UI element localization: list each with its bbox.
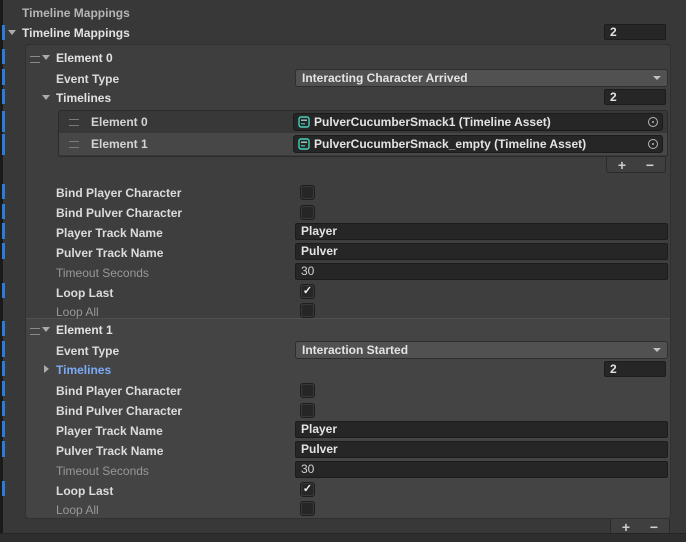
timeout-seconds-field[interactable]: 30 <box>295 461 668 478</box>
loop-last-label: Loop Last <box>56 285 113 301</box>
override-indicator <box>2 341 5 357</box>
override-indicator <box>2 184 5 199</box>
override-indicator <box>2 283 5 298</box>
pulver-track-label: Pulver Track Name <box>56 245 163 261</box>
foldout-closed-icon[interactable] <box>44 365 49 373</box>
drag-handle-icon[interactable] <box>30 328 40 335</box>
object-picker-icon[interactable] <box>648 139 658 149</box>
foldout-open-icon[interactable] <box>42 55 50 60</box>
player-track-label: Player Track Name <box>56 225 163 241</box>
loop-last-label: Loop Last <box>56 483 113 499</box>
override-indicator <box>2 223 5 239</box>
array-size-field[interactable]: 2 <box>604 24 666 40</box>
event-type-label: Event Type <box>56 71 119 87</box>
timelines-foldout-label[interactable]: Timelines <box>56 362 111 378</box>
unity-inspector-panel: Timeline Mappings Timeline Mappings 2 El… <box>0 0 686 542</box>
override-indicator <box>2 441 5 457</box>
timeline-item-label: Element 1 <box>91 137 148 151</box>
object-field[interactable]: PulverCucumberSmack_empty (Timeline Asse… <box>293 135 663 153</box>
override-indicator <box>2 111 5 132</box>
timelines-list-box: Element 0 PulverCucumberSmack1 (Timeline… <box>58 110 668 157</box>
add-button[interactable]: + <box>613 520 639 534</box>
override-indicator <box>2 69 5 85</box>
override-indicator <box>2 421 5 437</box>
loop-all-label: Loop All <box>56 304 99 320</box>
check-icon: ✓ <box>303 484 312 495</box>
timeout-seconds-field[interactable]: 30 <box>295 263 668 280</box>
player-track-label: Player Track Name <box>56 423 163 439</box>
dropdown-caret-icon <box>653 76 661 80</box>
loop-last-checkbox[interactable]: ✓ <box>301 483 314 496</box>
bind-player-checkbox[interactable] <box>301 384 314 397</box>
override-indicator <box>2 321 5 336</box>
drag-handle-icon[interactable] <box>30 56 40 63</box>
pulver-track-label: Pulver Track Name <box>56 443 163 459</box>
timeout-seconds-label: Timeout Seconds <box>56 265 149 281</box>
timelines-size-field[interactable]: 2 <box>604 89 666 105</box>
timelines-foldout-label[interactable]: Timelines <box>56 90 111 106</box>
dropdown-caret-icon <box>653 348 661 352</box>
object-field[interactable]: PulverCucumberSmack1 (Timeline Asset) <box>293 113 663 131</box>
list-item[interactable]: Element 0 PulverCucumberSmack1 (Timeline… <box>59 111 667 133</box>
player-track-field[interactable]: Player <box>295 421 668 438</box>
event-type-value: Interacting Character Arrived <box>302 70 468 86</box>
override-indicator <box>2 25 5 40</box>
timeline-asset-icon <box>298 116 310 128</box>
player-track-field[interactable]: Player <box>295 223 668 240</box>
list-item[interactable]: Element 1 PulverCucumberSmack_empty (Tim… <box>59 133 667 155</box>
bind-player-label: Bind Player Character <box>56 185 181 201</box>
override-indicator <box>2 361 5 376</box>
override-indicator <box>2 89 5 104</box>
override-indicator <box>2 381 5 396</box>
object-field-value: PulverCucumberSmack1 (Timeline Asset) <box>314 115 551 129</box>
add-button[interactable]: + <box>609 158 635 172</box>
foldout-open-icon[interactable] <box>8 30 16 35</box>
override-indicator <box>2 134 5 155</box>
override-indicator <box>2 49 5 64</box>
object-field-value: PulverCucumberSmack_empty (Timeline Asse… <box>314 137 586 151</box>
foldout-open-icon[interactable] <box>42 95 50 100</box>
timelines-list-footer: + − <box>606 157 666 173</box>
event-type-dropdown[interactable]: Interacting Character Arrived <box>295 69 668 87</box>
bind-pulver-checkbox[interactable] <box>301 206 314 219</box>
timelines-size-field[interactable]: 2 <box>604 361 666 377</box>
object-picker-icon[interactable] <box>648 117 658 127</box>
pulver-track-field[interactable]: Pulver <box>295 243 668 260</box>
inspector-bottom-edge <box>0 533 686 542</box>
element-0-header[interactable]: Element 0 <box>56 50 113 66</box>
bind-pulver-label: Bind Pulver Character <box>56 205 182 221</box>
event-type-dropdown[interactable]: Interaction Started <box>295 341 668 359</box>
timeline-asset-icon <box>298 138 310 150</box>
array-foldout-label[interactable]: Timeline Mappings <box>22 25 130 41</box>
loop-last-checkbox[interactable]: ✓ <box>301 285 314 298</box>
check-icon: ✓ <box>303 286 312 297</box>
bind-player-label: Bind Player Character <box>56 383 181 399</box>
override-indicator <box>2 243 5 259</box>
override-indicator <box>2 401 5 416</box>
event-type-value: Interaction Started <box>302 342 408 358</box>
timeout-seconds-label: Timeout Seconds <box>56 463 149 479</box>
bind-player-checkbox[interactable] <box>301 186 314 199</box>
foldout-open-icon[interactable] <box>42 327 50 332</box>
drag-handle-icon[interactable] <box>69 119 79 126</box>
remove-button[interactable]: − <box>641 520 667 534</box>
element-1-header[interactable]: Element 1 <box>56 322 113 338</box>
timeline-item-label: Element 0 <box>91 115 148 129</box>
loop-all-label: Loop All <box>56 502 99 518</box>
loop-all-checkbox[interactable] <box>301 304 314 317</box>
bind-pulver-checkbox[interactable] <box>301 404 314 417</box>
bind-pulver-label: Bind Pulver Character <box>56 403 182 419</box>
drag-handle-icon[interactable] <box>69 141 79 148</box>
event-type-label: Event Type <box>56 343 119 359</box>
loop-all-checkbox[interactable] <box>301 502 314 515</box>
override-indicator <box>2 204 5 219</box>
remove-button[interactable]: − <box>637 158 663 172</box>
pulver-track-field[interactable]: Pulver <box>295 441 668 458</box>
override-indicator <box>2 481 5 496</box>
property-label: Timeline Mappings <box>22 5 130 21</box>
